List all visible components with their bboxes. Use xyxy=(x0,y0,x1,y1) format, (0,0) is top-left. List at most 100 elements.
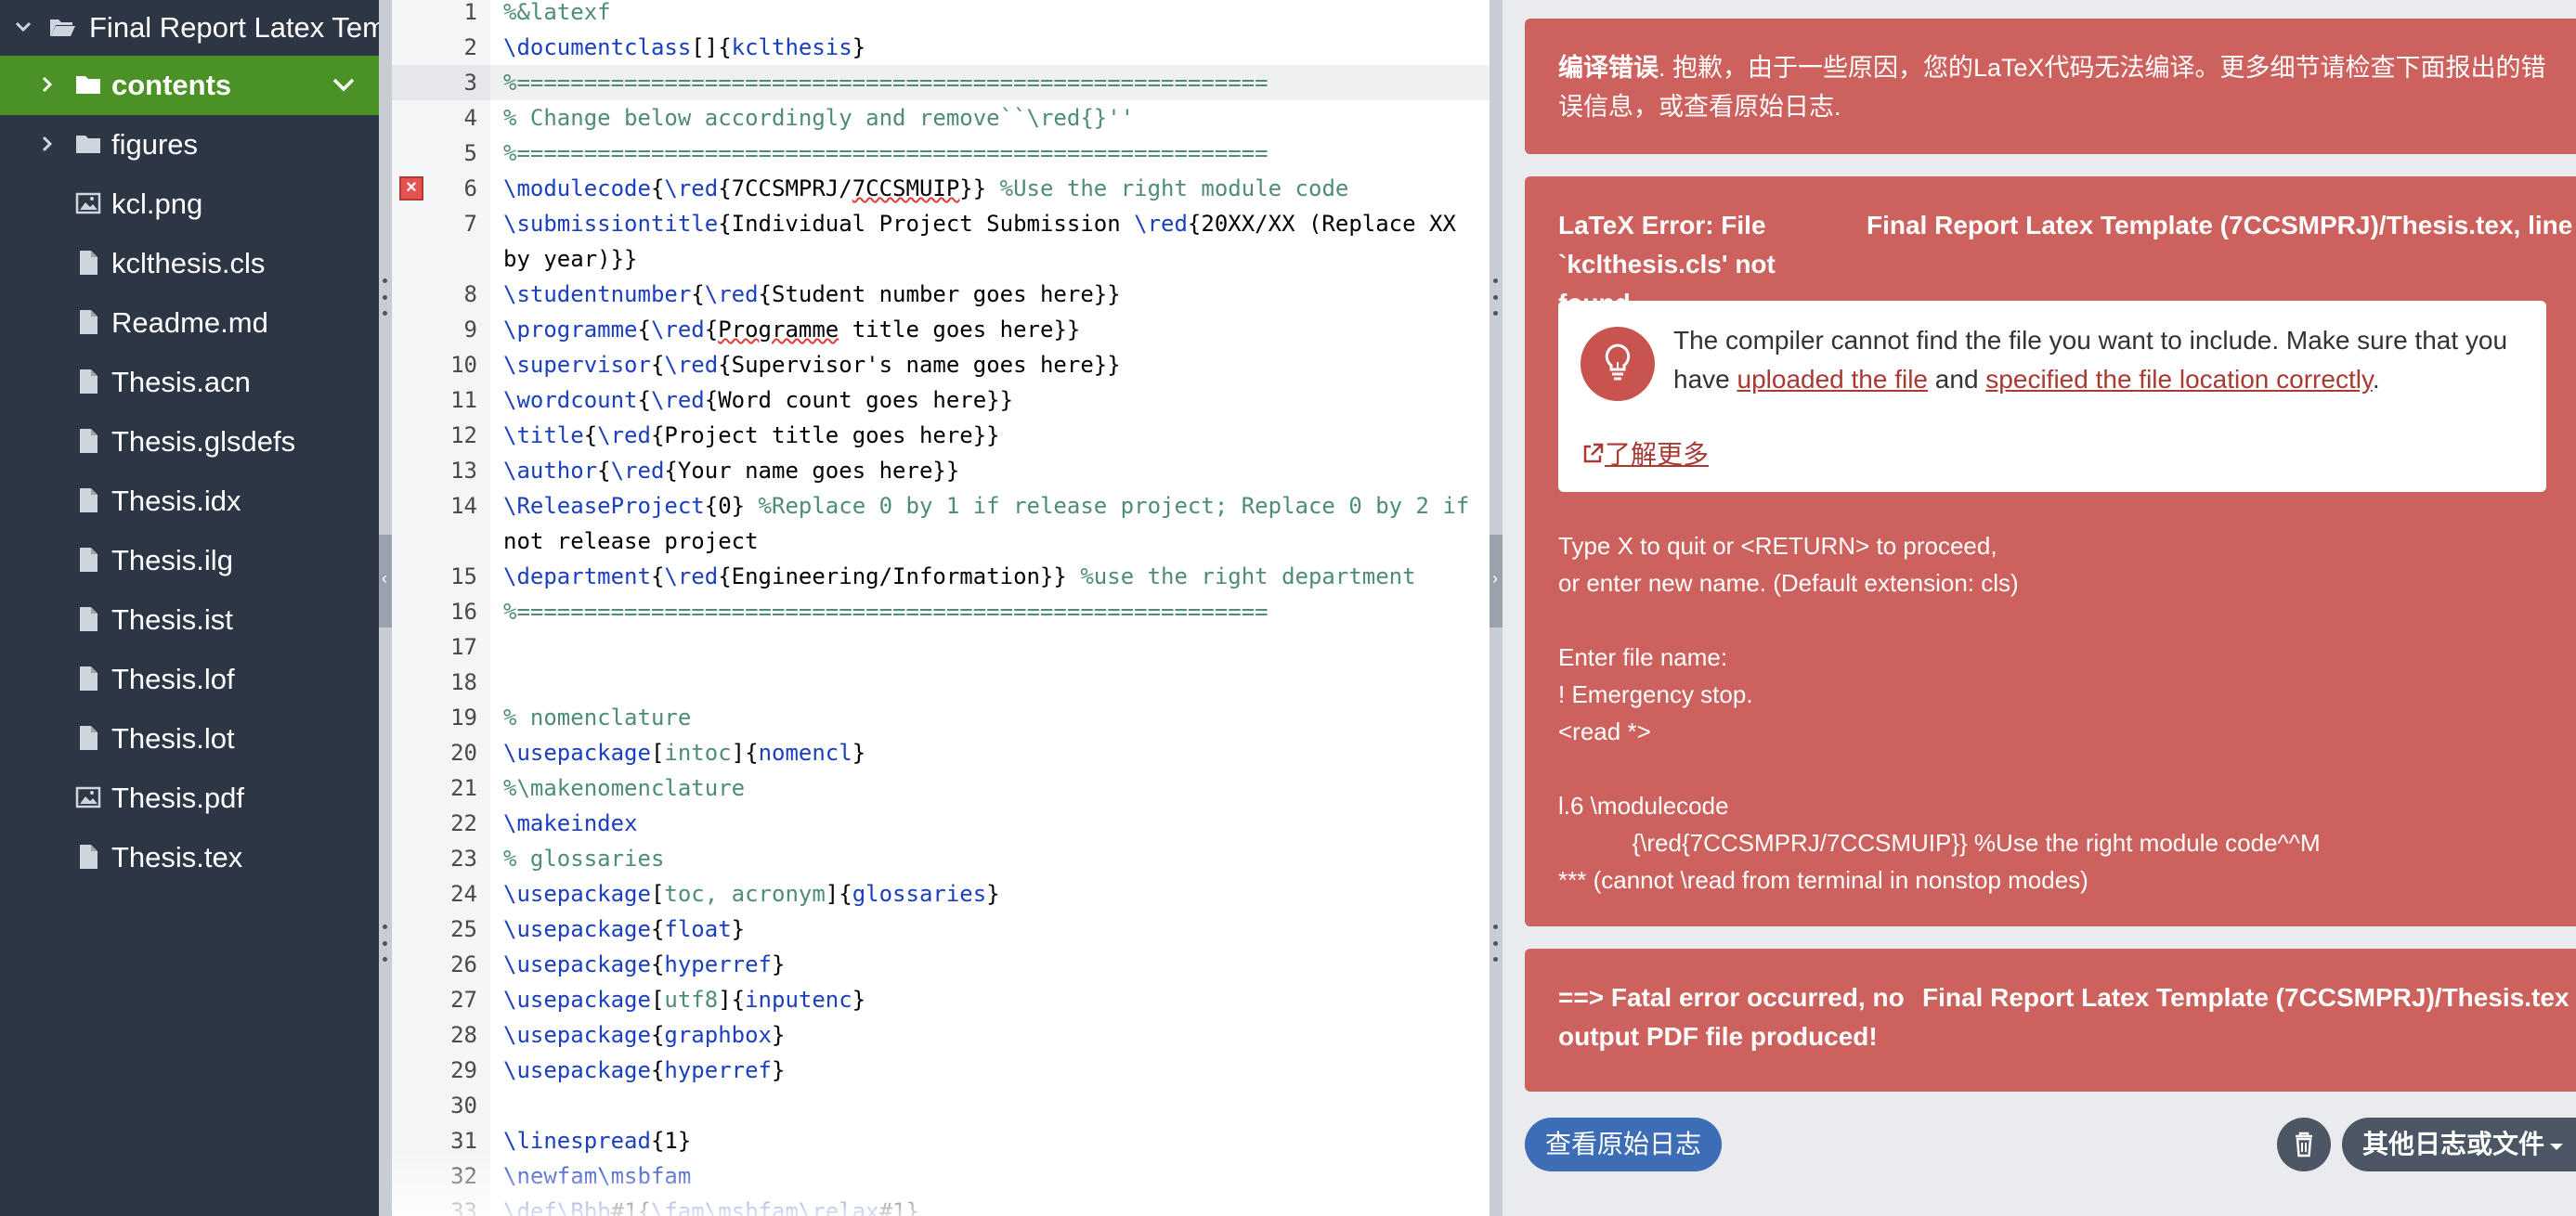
code-line[interactable]: \usepackage[intoc]{nomencl} xyxy=(490,735,1490,770)
code-line[interactable]: \programme{\red{Programme title goes her… xyxy=(490,312,1490,347)
right-pane-splitter[interactable]: › xyxy=(1490,0,1503,1216)
code-line[interactable]: \makeindex xyxy=(490,806,1490,841)
tree-item-thesis-acn[interactable]: Thesis.acn xyxy=(0,353,379,412)
tree-item-kcl-png[interactable]: kcl.png xyxy=(0,175,379,234)
line-number: 27 xyxy=(450,987,477,1013)
view-raw-log-button[interactable]: 查看原始日志 xyxy=(1525,1118,1722,1171)
drag-grip-icon xyxy=(383,278,388,316)
learn-more-link[interactable]: 了解更多 xyxy=(1581,438,1709,472)
tree-item-label: Thesis.idx xyxy=(111,485,241,517)
folder-open-icon xyxy=(50,19,75,36)
code-line[interactable]: \supervisor{\red{Supervisor's name goes … xyxy=(490,347,1490,382)
file-icon xyxy=(80,429,98,453)
line-number: 13 xyxy=(450,458,477,484)
file-icon xyxy=(80,666,98,691)
error-location-link[interactable]: Final Report Latex Template (7CCSMPRJ)/T… xyxy=(1867,206,2576,245)
fatal-error-location-link[interactable]: Final Report Latex Template (7CCSMPRJ)/T… xyxy=(1922,978,2569,1017)
tree-item-label: Thesis.acn xyxy=(111,366,251,398)
line-number xyxy=(392,524,490,559)
code-line[interactable]: \department{\red{Engineering/Information… xyxy=(490,559,1490,594)
tree-item-thesis-lof[interactable]: Thesis.lof xyxy=(0,650,379,709)
uploaded-file-link[interactable]: uploaded the file xyxy=(1737,365,1929,394)
hint-message: The compiler cannot find the file you wa… xyxy=(1673,321,2524,399)
tree-item-thesis-ilg[interactable]: Thesis.ilg xyxy=(0,531,379,590)
tree-item-label: figures xyxy=(111,128,199,161)
code-line[interactable]: \submissiontitle{Individual Project Subm… xyxy=(490,206,1490,241)
tree-item-kclthesis-cls[interactable]: kclthesis.cls xyxy=(0,234,379,293)
tree-root-folder[interactable]: Final Report Latex Template (7CCSMPRJ) xyxy=(0,0,379,59)
code-line[interactable]: \documentclass[]{kclthesis} xyxy=(490,30,1490,65)
compile-error-card: 编译错误. 抱歉，由于一些原因，您的LaTeX代码无法编译。更多细节请检查下面报… xyxy=(1525,19,2576,154)
tree-item-label: Thesis.ist xyxy=(111,603,233,636)
drag-grip-icon xyxy=(1493,278,1499,316)
code-line[interactable]: \modulecode{\red{7CCSMPRJ/7CCSMUIP}} %Us… xyxy=(490,171,1490,206)
code-line[interactable]: \usepackage{hyperref} xyxy=(490,1053,1490,1088)
file-location-link[interactable]: specified the file location correctly xyxy=(1985,365,2373,394)
hint-text: . xyxy=(2372,365,2380,394)
tree-item-thesis-idx[interactable]: Thesis.idx xyxy=(0,472,379,531)
line-number xyxy=(392,241,490,277)
line-number: 19 xyxy=(450,705,477,731)
hint-text: and xyxy=(1928,365,1986,394)
line-number: 15 xyxy=(450,563,477,589)
line-number: 4 xyxy=(463,105,477,131)
clear-cache-button[interactable] xyxy=(2277,1118,2331,1171)
code-line[interactable]: not release project xyxy=(490,524,1490,559)
code-line[interactable]: %\makenomenclature xyxy=(490,770,1490,806)
code-line[interactable]: %&latexf xyxy=(490,0,1490,30)
code-line[interactable]: %=======================================… xyxy=(490,136,1490,171)
latex-error-card[interactable]: LaTeX Error: File `kclthesis.cls' not fo… xyxy=(1525,176,2576,926)
code-line[interactable]: \usepackage[utf8]{inputenc} xyxy=(490,982,1490,1017)
fatal-error-card[interactable]: ==> Fatal error occurred, no output PDF … xyxy=(1525,949,2576,1092)
line-number: 2 xyxy=(463,34,477,60)
code-line[interactable]: % glossaries xyxy=(490,841,1490,876)
left-pane-splitter[interactable]: ‹ xyxy=(379,0,392,1216)
line-number-gutter: 1 2 3 4 5 6 × 7 8 9 10 11 12 13 14 15 16 17 18 19 20 21 22 23 24… xyxy=(392,0,490,1216)
code-line[interactable]: \usepackage{float} xyxy=(490,912,1490,947)
tree-item-label: Thesis.ilg xyxy=(111,544,233,576)
chevron-down-icon[interactable] xyxy=(331,74,357,95)
tree-item-thesis-ist[interactable]: Thesis.ist xyxy=(0,590,379,650)
chevron-down-icon xyxy=(15,21,32,32)
code-line[interactable]: %=======================================… xyxy=(490,594,1490,629)
error-marker-icon[interactable]: × xyxy=(399,176,423,201)
file-icon xyxy=(80,607,98,631)
code-line[interactable]: \author{\red{Your name goes here}} xyxy=(490,453,1490,488)
line-number: 23 xyxy=(450,846,477,872)
tree-item-thesis-pdf[interactable]: Thesis.pdf xyxy=(0,769,379,828)
tree-item-thesis-lot[interactable]: Thesis.lot xyxy=(0,709,379,769)
tree-item-label: Readme.md xyxy=(111,306,268,339)
code-line[interactable]: by year)}} xyxy=(490,241,1490,277)
other-logs-files-dropdown[interactable]: 其他日志或文件 xyxy=(2342,1118,2576,1171)
code-area[interactable]: %&latexf \documentclass[]{kclthesis} %====… xyxy=(490,0,1490,1216)
file-icon xyxy=(80,548,98,572)
code-line[interactable]: \usepackage{graphbox} xyxy=(490,1017,1490,1053)
code-line[interactable]: \usepackage{hyperref} xyxy=(490,947,1490,982)
line-number: 22 xyxy=(450,810,477,836)
compile-error-message: . 抱歉，由于一些原因，您的LaTeX代码无法编译。更多细节请检查下面报出的错误… xyxy=(1558,54,2546,121)
code-line[interactable]: \wordcount{\red{Word count goes here}} xyxy=(490,382,1490,418)
file-icon xyxy=(80,726,98,750)
caret-down-icon xyxy=(2550,1143,2564,1150)
line-number: 17 xyxy=(450,634,477,660)
tree-item-thesis-tex[interactable]: Thesis.tex xyxy=(0,828,379,887)
line-number: 14 xyxy=(450,493,477,519)
logs-pane: 编译错误. 抱歉，由于一些原因，您的LaTeX代码无法编译。更多细节请检查下面报… xyxy=(1503,0,2576,1216)
tree-item-thesis-glsdefs[interactable]: Thesis.glsdefs xyxy=(0,412,379,472)
tree-item-figures[interactable]: figures xyxy=(0,115,379,175)
code-editor[interactable]: 1 2 3 4 5 6 × 7 8 9 10 11 12 13 14 15 16 17 18 19 20 21 22 23 24… xyxy=(392,0,1490,1216)
code-line[interactable]: % nomenclature xyxy=(490,700,1490,735)
code-line[interactable]: \ReleaseProject{0} %Replace 0 by 1 if re… xyxy=(490,488,1490,524)
file-icon xyxy=(80,488,98,512)
code-line[interactable]: \studentnumber{\red{Student number goes … xyxy=(490,277,1490,312)
line-number: 24 xyxy=(450,881,477,907)
code-line[interactable]: %=======================================… xyxy=(490,65,1490,100)
line-number: 5 xyxy=(463,140,477,166)
tree-item-readme-md[interactable]: Readme.md xyxy=(0,293,379,353)
code-line[interactable]: \usepackage[toc, acronym]{glossaries} xyxy=(490,876,1490,912)
image-file-icon xyxy=(75,192,101,214)
code-line[interactable]: % Change below accordingly and remove``\… xyxy=(490,100,1490,136)
line-number: 25 xyxy=(450,916,477,942)
code-line[interactable]: \title{\red{Project title goes here}} xyxy=(490,418,1490,453)
tree-item-contents[interactable]: contents xyxy=(0,56,379,115)
